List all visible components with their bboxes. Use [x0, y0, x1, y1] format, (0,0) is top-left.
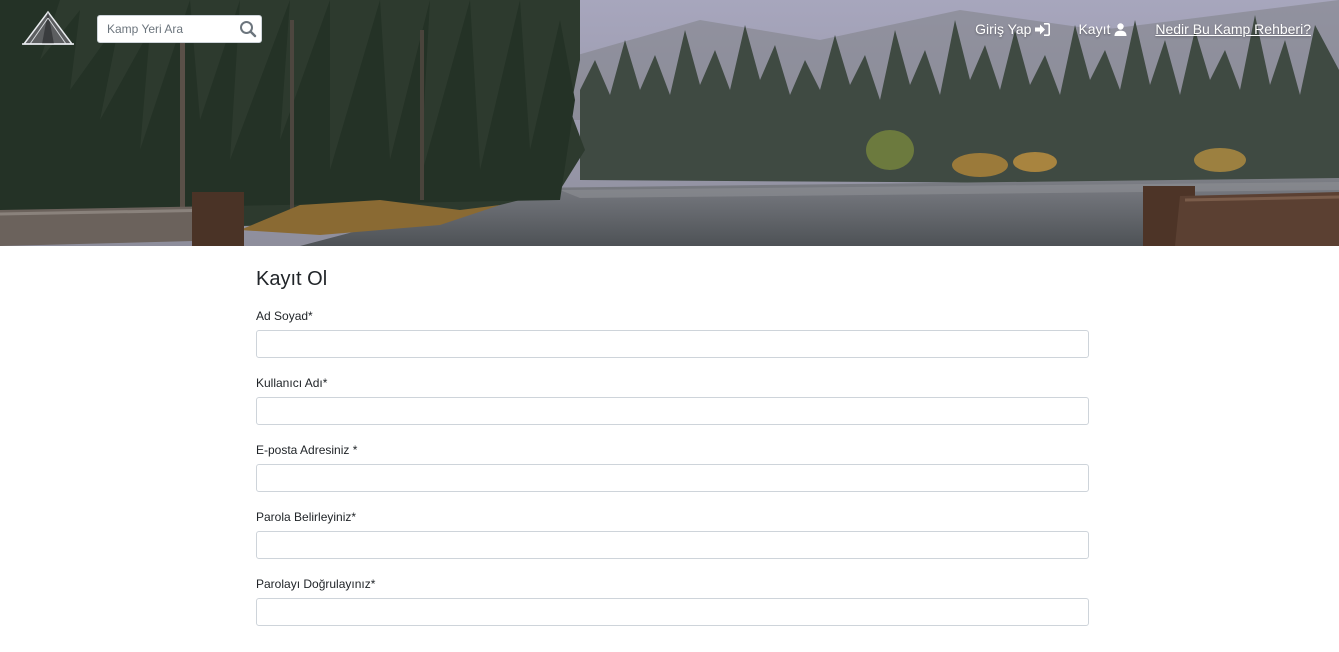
tent-logo[interactable]: [20, 6, 76, 48]
register-label: Kayıt: [1078, 21, 1111, 37]
password-field[interactable]: [256, 531, 1089, 559]
email-label: E-posta Adresiniz *: [256, 443, 358, 457]
login-link[interactable]: Giriş Yap: [975, 21, 1051, 37]
about-label: Nedir Bu Kamp Rehberi?: [1155, 21, 1311, 37]
form-group-password-confirm: Parolayı Doğrulayınız*: [256, 577, 1089, 626]
email-field[interactable]: [256, 464, 1089, 492]
search-icon[interactable]: [239, 20, 257, 38]
form-group-fullname: Ad Soyad*: [256, 309, 1089, 358]
page-title: Kayıt Ol: [256, 268, 328, 290]
form-group-username: Kullanıcı Adı*: [256, 376, 1089, 425]
login-label: Giriş Yap: [975, 21, 1032, 37]
tent-icon: [22, 10, 74, 45]
password-confirm-label: Parolayı Doğrulayınız*: [256, 577, 376, 591]
fullname-label: Ad Soyad*: [256, 309, 313, 323]
user-icon: [1114, 22, 1127, 36]
hero-banner: Giriş Yap Kayıt Nedir Bu Kamp Rehberi?: [0, 0, 1339, 246]
search-input[interactable]: [98, 16, 238, 42]
about-link[interactable]: Nedir Bu Kamp Rehberi?: [1155, 21, 1311, 37]
username-field[interactable]: [256, 397, 1089, 425]
search-box: [97, 15, 262, 43]
password-confirm-field[interactable]: [256, 598, 1089, 626]
sign-in-icon: [1035, 22, 1051, 36]
register-link[interactable]: Kayıt: [1078, 21, 1127, 37]
register-section: Kayıt Ol Ad Soyad* Kullanıcı Adı* E-post…: [256, 246, 1089, 644]
fullname-field[interactable]: [256, 330, 1089, 358]
username-label: Kullanıcı Adı*: [256, 376, 328, 390]
top-nav: Giriş Yap Kayıt Nedir Bu Kamp Rehberi?: [975, 21, 1311, 37]
password-label: Parola Belirleyiniz*: [256, 510, 357, 524]
form-group-email: E-posta Adresiniz *: [256, 443, 1089, 492]
register-form: Ad Soyad* Kullanıcı Adı* E-posta Adresin…: [256, 309, 1089, 626]
form-group-password: Parola Belirleyiniz*: [256, 510, 1089, 559]
